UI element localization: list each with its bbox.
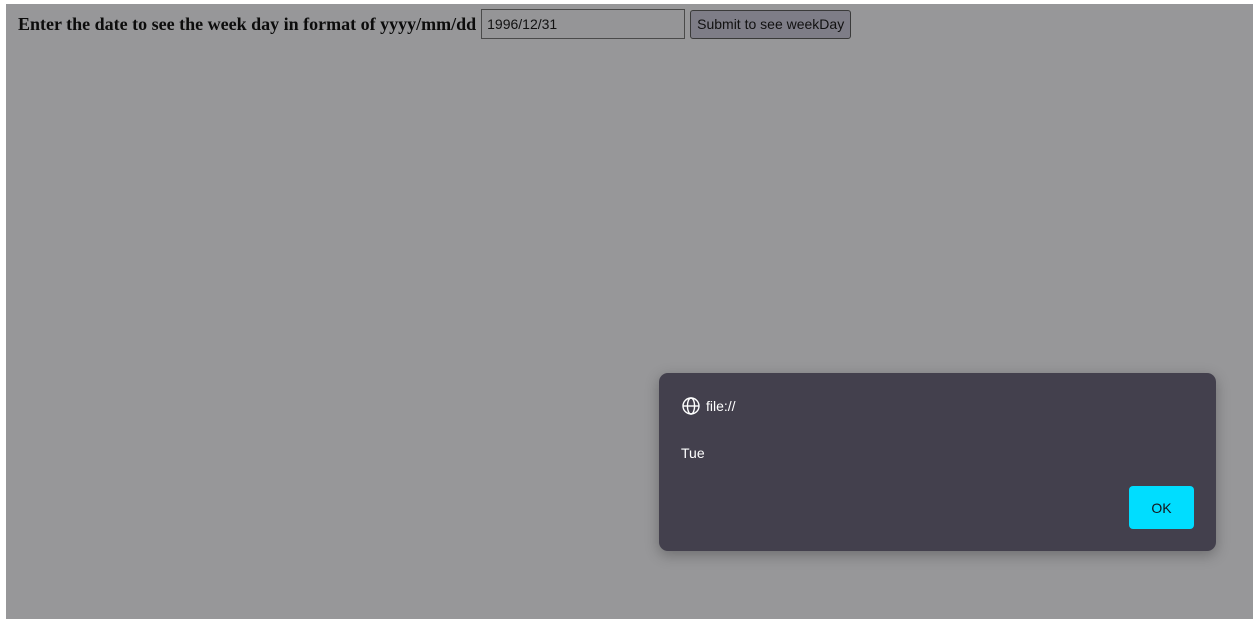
alert-origin-text: file://: [706, 398, 736, 414]
alert-message: Tue: [681, 445, 705, 461]
alert-dialog: file:// Tue OK: [659, 373, 1216, 551]
ok-button[interactable]: OK: [1129, 486, 1194, 529]
submit-weekday-button[interactable]: Submit to see weekDay: [690, 9, 852, 39]
date-input[interactable]: [481, 9, 686, 39]
globe-icon: [681, 396, 701, 416]
date-prompt-label: Enter the date to see the week day in fo…: [18, 13, 477, 34]
date-form: Enter the date to see the week day in fo…: [18, 9, 852, 39]
alert-origin-header: file://: [681, 396, 736, 416]
